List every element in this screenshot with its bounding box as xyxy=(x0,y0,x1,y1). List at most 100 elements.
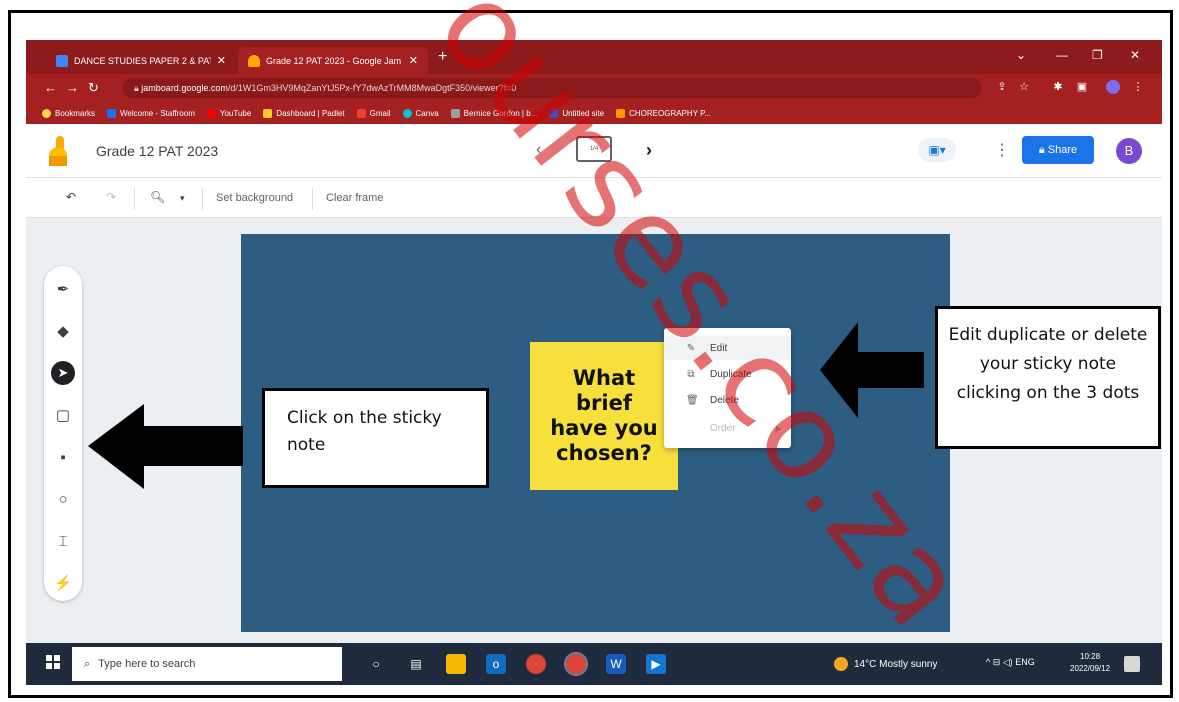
zoom-dropdown-icon[interactable]: ▾ xyxy=(180,193,185,204)
file-explorer-icon[interactable] xyxy=(446,654,466,674)
avatar[interactable]: B xyxy=(1116,138,1142,164)
share-button[interactable]: 🔒︎ Share xyxy=(1022,136,1094,164)
bookmark-item[interactable]: YouTube xyxy=(206,108,251,118)
windows-start-icon[interactable] xyxy=(46,655,60,669)
sticky-context-menu: ✎ Edit ⧉ Duplicate 🗑︎ Delete Order ▶ xyxy=(664,328,791,448)
back-icon[interactable]: ← xyxy=(44,80,57,95)
lock-icon: 🔒︎ xyxy=(1038,144,1048,156)
more-options-icon[interactable]: ⋮ xyxy=(994,140,1010,160)
eraser-icon[interactable]: ◆ xyxy=(53,322,73,342)
system-tray[interactable]: ^ ⊟ ◁) ENG xyxy=(986,657,1035,668)
sticky-note-icon[interactable]: ▢ xyxy=(53,406,73,426)
sites-icon xyxy=(549,108,559,118)
weather-widget[interactable]: 14°C Mostly sunny xyxy=(834,657,937,671)
bookmark-item[interactable]: Gmail xyxy=(356,108,391,118)
taskbar-search[interactable]: ⌕ Type here to search xyxy=(72,647,342,681)
set-background-button[interactable]: Set background xyxy=(216,192,293,204)
canva-icon xyxy=(402,108,412,118)
menu-item-duplicate[interactable]: ⧉ Duplicate xyxy=(664,362,791,386)
bookmark-item[interactable]: Canva xyxy=(402,108,439,118)
notification-icon[interactable] xyxy=(1124,656,1140,672)
menu-item-delete[interactable]: 🗑︎ Delete xyxy=(664,388,791,412)
menu-dots-icon[interactable]: ⋮ xyxy=(1132,81,1144,93)
chrome-active-icon[interactable] xyxy=(564,652,588,676)
new-tab-icon[interactable]: + xyxy=(438,48,447,66)
canvas-toolbar: ↶ ↷ 🔍︎ ▾ Set background Clear frame xyxy=(26,178,1162,218)
browser-toolbar: ← → ↻ 🔒︎ jamboard.google.com/d/1W1Gm3HV9… xyxy=(26,74,1162,102)
pen-icon[interactable]: ✒ xyxy=(53,280,73,300)
divider xyxy=(312,188,313,210)
close-tab-icon[interactable]: ✕ xyxy=(409,54,418,67)
bookmark-item[interactable]: Bookmarks xyxy=(42,108,95,118)
right-callout-arrow-icon xyxy=(820,322,924,418)
bookmark-item[interactable]: Bernice Gordon | b... xyxy=(450,108,537,118)
tab-strip: DANCE STUDIES PAPER 2 & PAT ✕ Grade 12 P… xyxy=(26,40,1162,74)
bookmark-item[interactable]: Dashboard | Padlet xyxy=(263,108,345,118)
word-icon[interactable]: W xyxy=(606,654,626,674)
star-icon xyxy=(42,108,51,118)
clock-date: 2022/09/12 xyxy=(1070,664,1111,673)
share-page-icon[interactable]: ⇪ xyxy=(996,81,1008,93)
clear-frame-button[interactable]: Clear frame xyxy=(326,192,383,204)
gmail-icon xyxy=(356,108,366,118)
outlook-icon[interactable]: o xyxy=(486,654,506,674)
address-host: jamboard.google.com xyxy=(141,83,228,93)
bookmark-star-icon[interactable]: ☆ xyxy=(1018,81,1030,93)
submenu-arrow-icon: ▶ xyxy=(775,423,782,433)
tab-search-icon[interactable]: ⌄ xyxy=(1016,48,1026,62)
youtube-icon xyxy=(206,108,216,118)
tool-rail: ✒ ◆ ➤ ▢ ▪ ○ ⌶ ⚡ xyxy=(44,266,82,601)
tab-dance-studies[interactable]: DANCE STUDIES PAPER 2 & PAT ✕ xyxy=(46,47,236,74)
menu-item-order[interactable]: Order ▶ xyxy=(664,416,791,440)
next-frame-icon[interactable]: › xyxy=(646,140,652,161)
instruction-callout-left: Click on the sticky note xyxy=(262,388,489,488)
tab-jamboard[interactable]: Grade 12 PAT 2023 - Google Jam ✕ xyxy=(238,47,428,74)
address-bar[interactable]: 🔒︎ jamboard.google.com/d/1W1Gm3HV9MqZanY… xyxy=(122,78,982,98)
reload-icon[interactable]: ↻ xyxy=(88,80,99,96)
taskbar-clock[interactable]: 10:28 2022/09/12 xyxy=(1070,651,1110,675)
divider xyxy=(134,188,135,210)
text-box-icon[interactable]: ⌶ xyxy=(53,532,73,552)
side-panel-icon[interactable]: ▣ xyxy=(1076,81,1088,93)
sticky-note-text: What brief have you chosen? xyxy=(550,365,658,466)
media-icon[interactable]: ▶ xyxy=(646,654,666,674)
present-button[interactable]: ▣▾ xyxy=(918,138,956,162)
extensions-icon[interactable]: ✱ xyxy=(1052,81,1064,93)
forward-icon[interactable]: → xyxy=(66,80,79,95)
close-tab-icon[interactable]: ✕ xyxy=(217,54,226,67)
zoom-icon[interactable]: 🔍︎ xyxy=(150,190,165,204)
cortana-icon[interactable]: ○ xyxy=(366,654,386,674)
task-view-icon[interactable]: ▤ xyxy=(406,654,426,674)
trash-icon: 🗑︎ xyxy=(686,394,699,406)
bookmarks-bar: Bookmarks Welcome - Staffroom YouTube Da… xyxy=(26,102,1162,124)
chrome-icon[interactable] xyxy=(526,654,546,674)
search-placeholder: Type here to search xyxy=(98,658,196,670)
minimize-icon[interactable]: — xyxy=(1056,48,1068,62)
add-image-icon[interactable]: ▪ xyxy=(53,448,73,468)
menu-item-edit[interactable]: ✎ Edit xyxy=(664,336,791,360)
bookmark-item[interactable]: CHOREOGRAPHY P... xyxy=(616,108,711,118)
jamboard-logo-icon[interactable] xyxy=(48,136,68,166)
tab-title: DANCE STUDIES PAPER 2 & PAT xyxy=(74,55,211,66)
bookmark-item[interactable]: Welcome - Staffroom xyxy=(107,108,195,118)
laser-icon[interactable]: ⚡ xyxy=(53,574,73,594)
sticky-note[interactable]: What brief have you chosen? xyxy=(530,342,678,490)
undo-icon[interactable]: ↶ xyxy=(66,190,76,204)
docs-icon xyxy=(56,54,68,67)
restore-icon[interactable]: ❐ xyxy=(1092,48,1103,62)
site-icon xyxy=(450,108,460,118)
redo-icon[interactable]: ↷ xyxy=(106,190,116,204)
pencil-icon: ✎ xyxy=(686,342,696,354)
circle-shape-icon[interactable]: ○ xyxy=(53,490,73,510)
sun-icon xyxy=(834,657,848,671)
select-pointer-icon[interactable]: ➤ xyxy=(51,361,75,385)
language-indicator: ENG xyxy=(1015,657,1035,667)
bookmark-item[interactable]: Untitled site xyxy=(549,108,604,118)
document-title[interactable]: Grade 12 PAT 2023 xyxy=(96,143,218,159)
tray-icons: ^ ⊟ ◁) xyxy=(986,657,1016,667)
frame-bar-button[interactable]: 1/4 xyxy=(576,136,612,162)
previous-frame-icon[interactable]: ‹ xyxy=(536,141,541,159)
instruction-callout-right: Edit duplicate or delete your sticky not… xyxy=(935,306,1161,449)
profile-icon[interactable] xyxy=(1106,80,1120,94)
close-window-icon[interactable]: ✕ xyxy=(1130,48,1140,62)
